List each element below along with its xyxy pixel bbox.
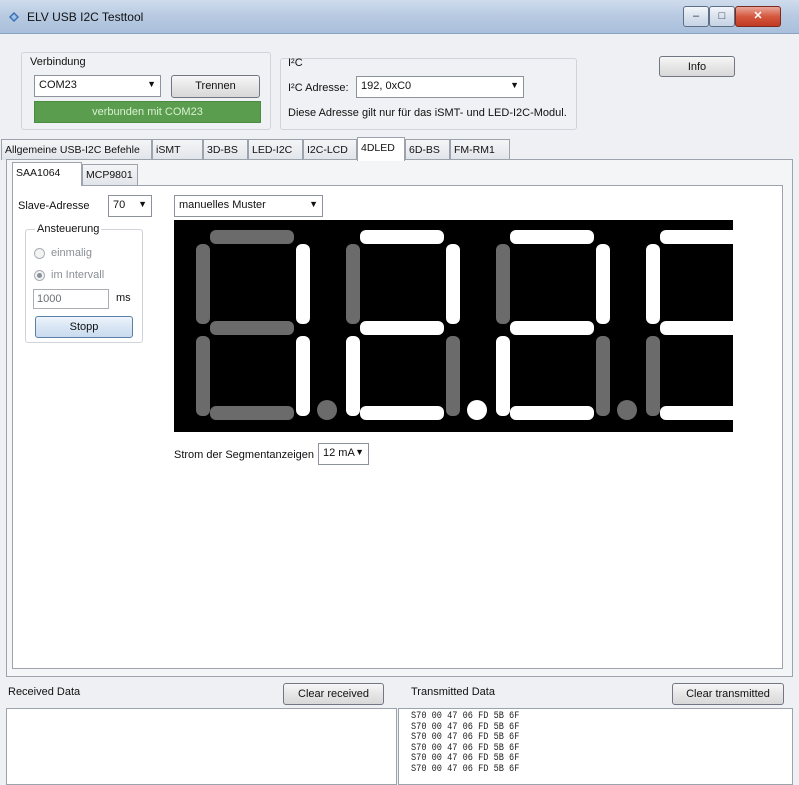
i2c-address-value: 192, 0xC0 — [361, 80, 412, 92]
chevron-down-icon: ▼ — [138, 199, 147, 209]
seven-segment-display — [174, 220, 760, 432]
tab-4dled[interactable]: 4DLED — [357, 137, 405, 161]
interval-input[interactable]: 1000 — [33, 289, 109, 309]
chevron-down-icon: ▼ — [510, 80, 519, 90]
digit-2-segment-a[interactable] — [360, 230, 444, 244]
app-icon — [9, 12, 19, 22]
digit-2-segment-b[interactable] — [446, 244, 460, 324]
i2c-address-note: Diese Adresse gilt nur für das iSMT- und… — [288, 107, 567, 119]
digit-1-segment-e[interactable] — [196, 336, 210, 416]
digit-4-segment-b[interactable] — [746, 244, 760, 324]
digit-3-segment-a[interactable] — [510, 230, 594, 244]
radio-once-label: einmalig — [51, 247, 92, 259]
subtab-saa1064[interactable]: SAA1064 — [12, 162, 82, 186]
connection-group-title: Verbindung — [30, 56, 86, 68]
tab-i2c-lcd[interactable]: I2C-LCD — [303, 139, 357, 160]
transmitted-label: Transmitted Data — [411, 686, 495, 698]
i2c-address-select[interactable]: 192, 0xC0 ▼ — [356, 76, 524, 98]
received-log[interactable] — [6, 708, 397, 785]
tab-ismt[interactable]: iSMT — [152, 139, 203, 160]
current-label: Strom der Segmentanzeigen — [174, 449, 315, 461]
digit-3-segment-e[interactable] — [496, 336, 510, 416]
digit-4-segment-e[interactable] — [646, 336, 660, 416]
radio-interval-label: im Intervall — [51, 269, 105, 281]
digit-1-decimal-point[interactable] — [317, 400, 337, 420]
digit-3-segment-c[interactable] — [596, 336, 610, 416]
tab-fm-rm1[interactable]: FM-RM1 — [450, 139, 510, 160]
port-select[interactable]: COM23 ▼ — [34, 75, 161, 97]
close-button[interactable]: ✕ — [735, 6, 781, 27]
minimize-button[interactable]: – — [683, 6, 709, 27]
digit-1-segment-a[interactable] — [210, 230, 294, 244]
chevron-down-icon: ▼ — [147, 79, 156, 89]
chevron-down-icon: ▼ — [355, 447, 364, 457]
slave-address-select[interactable]: 70 ▼ — [108, 195, 152, 217]
radio-interval[interactable] — [34, 270, 45, 281]
digit-2-segment-e[interactable] — [346, 336, 360, 416]
digit-2-decimal-point[interactable] — [467, 400, 487, 420]
digit-3-decimal-point[interactable] — [617, 400, 637, 420]
i2c-group-title: I²C — [288, 57, 303, 69]
interval-unit: ms — [116, 292, 131, 304]
maximize-button[interactable]: □ — [709, 6, 735, 27]
digit-1-segment-c[interactable] — [296, 336, 310, 416]
digit-3-segment-b[interactable] — [596, 244, 610, 324]
title-bar[interactable]: ELV USB I2C Testtool – □ ✕ — [0, 0, 799, 34]
digit-1-segment-f[interactable] — [196, 244, 210, 324]
control-group-title: Ansteuerung — [35, 223, 102, 235]
digit-1-segment-b[interactable] — [296, 244, 310, 324]
port-value: COM23 — [39, 79, 77, 91]
slave-address-value: 70 — [113, 199, 126, 211]
transmitted-log[interactable]: S70 00 47 06 FD 5B 6F S70 00 47 06 FD 5B … — [398, 708, 793, 785]
digit-2-segment-d[interactable] — [360, 406, 444, 420]
pattern-select[interactable]: manuelles Muster ▼ — [174, 195, 323, 217]
clear-transmitted-button[interactable]: Clear transmitted — [672, 683, 784, 705]
transmitted-line: S70 00 47 06 FD 5B 6F — [411, 763, 520, 775]
digit-4-segment-a[interactable] — [660, 230, 744, 244]
digit-2-segment-f[interactable] — [346, 244, 360, 324]
digit-2-segment-c[interactable] — [446, 336, 460, 416]
tab-led-i2c[interactable]: LED-I2C — [248, 139, 303, 160]
pattern-value: manuelles Muster — [179, 199, 266, 211]
connection-status: verbunden mit COM23 — [34, 101, 261, 123]
current-select[interactable]: 12 mA ▼ — [318, 443, 369, 465]
window-title: ELV USB I2C Testtool — [27, 10, 144, 24]
subtab-mcp9801[interactable]: MCP9801 — [82, 164, 138, 185]
chevron-down-icon: ▼ — [309, 199, 318, 209]
radio-once[interactable] — [34, 248, 45, 259]
digit-3-segment-d[interactable] — [510, 406, 594, 420]
digit-4-segment-f[interactable] — [646, 244, 660, 324]
received-label: Received Data — [8, 686, 81, 698]
disconnect-button[interactable]: Trennen — [171, 75, 260, 98]
tab-general[interactable]: Allgemeine USB-I2C Befehle — [1, 139, 152, 160]
tab-3dbs[interactable]: 3D-BS — [203, 139, 248, 160]
app-window: ELV USB I2C Testtool – □ ✕ Verbindung CO… — [0, 0, 799, 785]
digit-1-segment-g[interactable] — [210, 321, 294, 335]
digit-4-segment-g[interactable] — [660, 321, 744, 335]
digit-1-segment-d[interactable] — [210, 406, 294, 420]
digit-2-segment-g[interactable] — [360, 321, 444, 335]
slave-address-label: Slave-Adresse — [18, 200, 90, 212]
digit-3-segment-f[interactable] — [496, 244, 510, 324]
info-button[interactable]: Info — [659, 56, 735, 77]
current-value: 12 mA — [323, 447, 355, 459]
i2c-address-label: I²C Adresse: — [288, 82, 349, 94]
sub-tab-row: SAA1064 MCP9801 — [0, 162, 300, 186]
digit-4-segment-c[interactable] — [746, 336, 760, 416]
tab-6dbs[interactable]: 6D-BS — [405, 139, 450, 160]
main-tab-row: Allgemeine USB-I2C Befehle iSMT 3D-BS LE… — [0, 137, 799, 161]
digit-3-segment-g[interactable] — [510, 321, 594, 335]
digit-4-segment-d[interactable] — [660, 406, 744, 420]
clear-received-button[interactable]: Clear received — [283, 683, 384, 705]
stop-button[interactable]: Stopp — [35, 316, 133, 338]
